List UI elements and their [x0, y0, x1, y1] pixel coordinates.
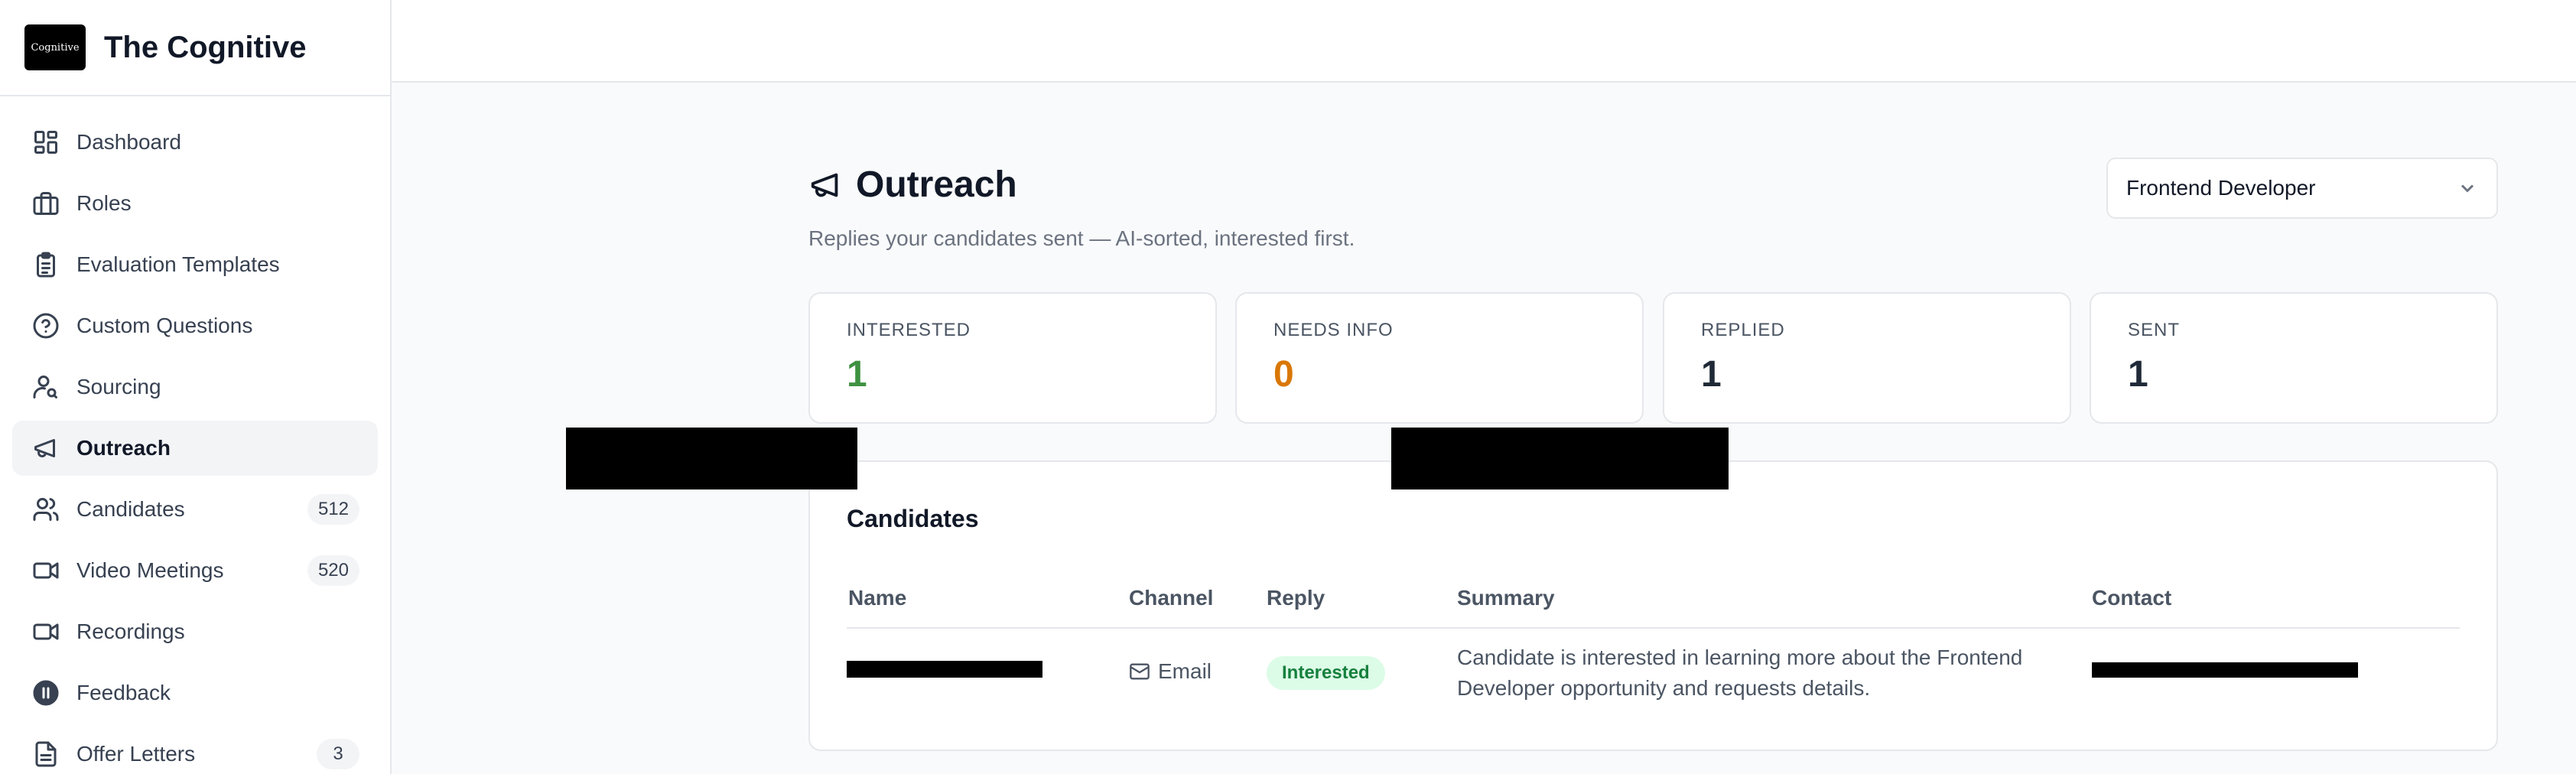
- sidebar-item-sourcing[interactable]: Sourcing: [12, 359, 378, 415]
- candidate-channel-label: Email: [1158, 659, 1212, 683]
- user-search-icon: [31, 372, 61, 402]
- sidebar-item-offer-letters[interactable]: Offer Letters 3: [12, 727, 378, 774]
- column-header-summary: Summary: [1457, 586, 1555, 610]
- offer-letters-count-badge: 3: [317, 739, 359, 769]
- candidates-card: Candidates Name Channel Reply Summary Co…: [808, 460, 2498, 751]
- column-header-name: Name: [848, 586, 907, 610]
- sidebar-item-video-meetings[interactable]: Video Meetings 520: [12, 543, 378, 598]
- sidebar-item-recordings[interactable]: Recordings: [12, 604, 378, 659]
- clipboard-icon: [31, 249, 61, 280]
- file-text-icon: [31, 739, 61, 769]
- sidebar-item-label: Roles: [76, 191, 132, 215]
- sidebar-item-label: Video Meetings: [76, 558, 224, 582]
- stat-card-replied: REPLIED 1: [1663, 292, 2071, 424]
- candidate-summary-line: Developer opportunity and requests detai…: [1457, 676, 1871, 700]
- candidate-channel: Email: [1129, 659, 1212, 684]
- video-meetings-count-badge: 520: [307, 555, 359, 586]
- page-title: Outreach: [856, 164, 1017, 205]
- brand-logo[interactable]: Cognitive: [24, 24, 86, 70]
- brand: Cognitive The Cognitive: [0, 0, 390, 96]
- sidebar-item-evaluation-templates[interactable]: Evaluation Templates: [12, 237, 378, 292]
- candidate-summary: Candidate is interested in learning more…: [1457, 642, 2022, 704]
- column-header-reply: Reply: [1267, 586, 1325, 610]
- page-subtitle: Replies your candidates sent — AI-sorted…: [808, 226, 1355, 250]
- column-header-channel: Channel: [1129, 586, 1214, 610]
- redaction-block: [1391, 428, 1729, 489]
- top-bar: [392, 0, 2576, 83]
- brand-name: The Cognitive: [104, 30, 307, 64]
- briefcase-icon: [31, 188, 61, 219]
- sidebar-item-label: Custom Questions: [76, 314, 253, 337]
- page-header: Outreach: [808, 164, 1017, 206]
- pause-circle-icon: [31, 678, 61, 708]
- sidebar-item-label: Outreach: [76, 436, 171, 460]
- redaction-bar: [2092, 662, 2358, 678]
- sidebar-item-outreach[interactable]: Outreach: [12, 421, 378, 476]
- dashboard-icon: [31, 127, 61, 158]
- sidebar-item-label: Dashboard: [76, 130, 181, 154]
- video-icon: [31, 616, 61, 647]
- sidebar-item-label: Evaluation Templates: [76, 252, 280, 276]
- sidebar-item-feedback[interactable]: Feedback: [12, 665, 378, 720]
- sidebar-item-label: Recordings: [76, 620, 185, 643]
- role-select-value: Frontend Developer: [2126, 176, 2316, 200]
- sidebar-item-custom-questions[interactable]: Custom Questions: [12, 298, 378, 353]
- stat-value: 1: [2128, 354, 2148, 395]
- role-select[interactable]: Frontend Developer: [2106, 158, 2498, 219]
- table-header-divider: [847, 627, 2460, 629]
- stat-value: 0: [1273, 354, 1294, 395]
- sidebar-item-roles[interactable]: Roles: [12, 176, 378, 231]
- candidates-card-title: Candidates: [847, 505, 979, 532]
- chevron-down-icon: [2461, 184, 2474, 193]
- stat-card-needs-info: NEEDS INFO 0: [1235, 292, 1644, 424]
- stat-card-interested: INTERESTED 1: [808, 292, 1217, 424]
- megaphone-icon: [31, 433, 61, 463]
- users-icon: [31, 494, 61, 525]
- sidebar-item-label: Feedback: [76, 681, 171, 704]
- stat-value: 1: [847, 354, 867, 395]
- sidebar: Cognitive The Cognitive Dashboard Roles …: [0, 0, 392, 774]
- sidebar-item-label: Candidates: [76, 497, 185, 521]
- stat-label: SENT: [2128, 320, 2181, 340]
- sidebar-item-candidates[interactable]: Candidates 512: [12, 482, 378, 537]
- stat-value: 1: [1701, 354, 1722, 395]
- sidebar-nav: Dashboard Roles Evaluation Templates Cus…: [0, 96, 390, 774]
- candidates-count-badge: 512: [307, 494, 359, 525]
- megaphone-icon: [811, 173, 838, 197]
- reply-status-badge: Interested: [1267, 656, 1385, 690]
- sidebar-item-label: Sourcing: [76, 375, 161, 398]
- stat-label: INTERESTED: [847, 320, 971, 340]
- help-circle-icon: [31, 311, 61, 341]
- stat-card-sent: SENT 1: [2090, 292, 2498, 424]
- mail-icon: [1130, 663, 1150, 680]
- column-header-contact: Contact: [2092, 586, 2172, 610]
- video-icon: [31, 555, 61, 586]
- stat-label: NEEDS INFO: [1273, 320, 1394, 340]
- candidate-summary-line: Candidate is interested in learning more…: [1457, 646, 2023, 669]
- stat-label: REPLIED: [1701, 320, 1785, 340]
- sidebar-item-label: Offer Letters: [76, 742, 196, 766]
- redaction-bar: [847, 661, 1042, 678]
- redaction-block: [566, 428, 857, 489]
- sidebar-item-dashboard[interactable]: Dashboard: [12, 115, 378, 170]
